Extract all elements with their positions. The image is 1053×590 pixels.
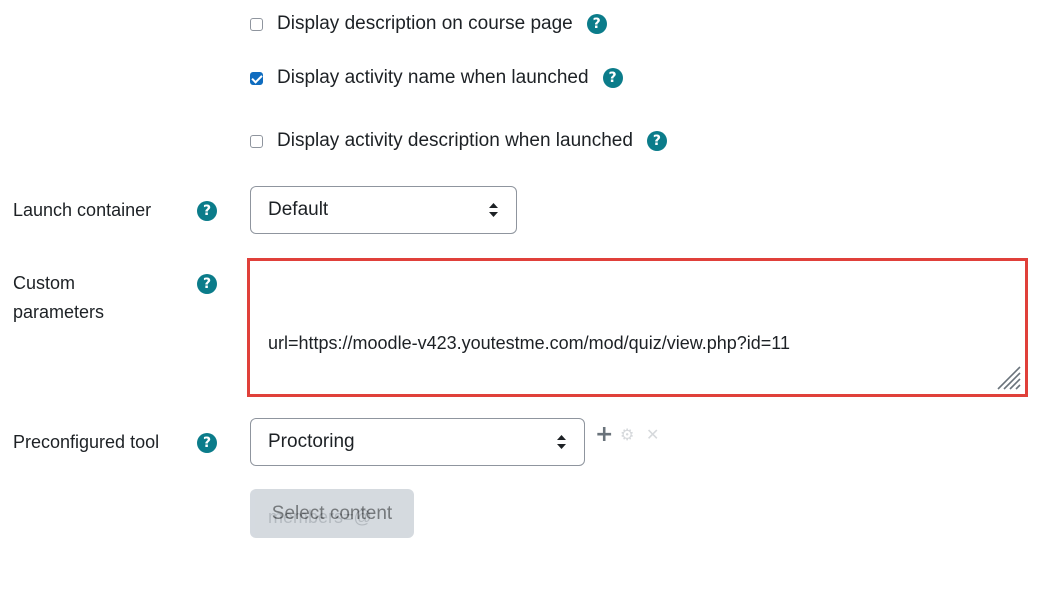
checkbox-activity-name[interactable] bbox=[250, 71, 263, 85]
custom-parameters-label-line2: parameters bbox=[13, 302, 105, 322]
launch-container-selected: Default bbox=[268, 199, 329, 220]
checkbox-description-course-page[interactable] bbox=[250, 17, 263, 31]
help-icon[interactable]: ? bbox=[646, 131, 667, 151]
custom-parameters-textarea[interactable]: url=https://moodle-v423.youtestme.com/mo… bbox=[247, 258, 1028, 527]
help-icon[interactable]: ? bbox=[602, 68, 623, 88]
select-arrows-icon bbox=[557, 435, 566, 449]
select-content-button[interactable]: Select content bbox=[250, 489, 414, 538]
checkbox-activity-description[interactable] bbox=[250, 134, 263, 148]
resize-handle-icon[interactable] bbox=[995, 364, 1021, 390]
help-icon[interactable]: ? bbox=[586, 14, 607, 34]
custom-parameters-label: Custom parameters bbox=[13, 269, 104, 327]
checkbox-label: Display activity description when launch… bbox=[277, 130, 633, 151]
delete-icon[interactable]: ✕ bbox=[646, 427, 659, 443]
preconfigured-tool-select[interactable]: Proctoring bbox=[250, 418, 585, 466]
checkbox-row-description-course-page: Display description on course page ? bbox=[250, 10, 607, 38]
checkbox-label: Display description on course page bbox=[277, 13, 573, 34]
custom-parameter-line: url=https://moodle-v423.youtestme.com/mo… bbox=[268, 333, 790, 353]
custom-parameters-label-line1: Custom bbox=[13, 273, 76, 293]
help-icon[interactable]: ? bbox=[197, 201, 217, 221]
launch-container-label: Launch container bbox=[13, 200, 152, 220]
select-arrows-icon bbox=[489, 203, 498, 217]
launch-container-select[interactable]: Default bbox=[250, 186, 517, 234]
checkbox-row-activity-description: Display activity description when launch… bbox=[250, 127, 667, 155]
add-tool-icon[interactable]: + bbox=[595, 424, 613, 446]
help-icon[interactable]: ? bbox=[197, 433, 217, 453]
settings-icon[interactable]: ⚙ bbox=[620, 427, 634, 443]
help-icon[interactable]: ? bbox=[197, 274, 217, 294]
preconfigured-tool-label: Preconfigured tool bbox=[13, 432, 160, 452]
checkbox-label: Display activity name when launched bbox=[277, 67, 589, 88]
checkbox-row-activity-name: Display activity name when launched ? bbox=[250, 64, 623, 92]
preconfigured-tool-selected: Proctoring bbox=[268, 431, 355, 452]
